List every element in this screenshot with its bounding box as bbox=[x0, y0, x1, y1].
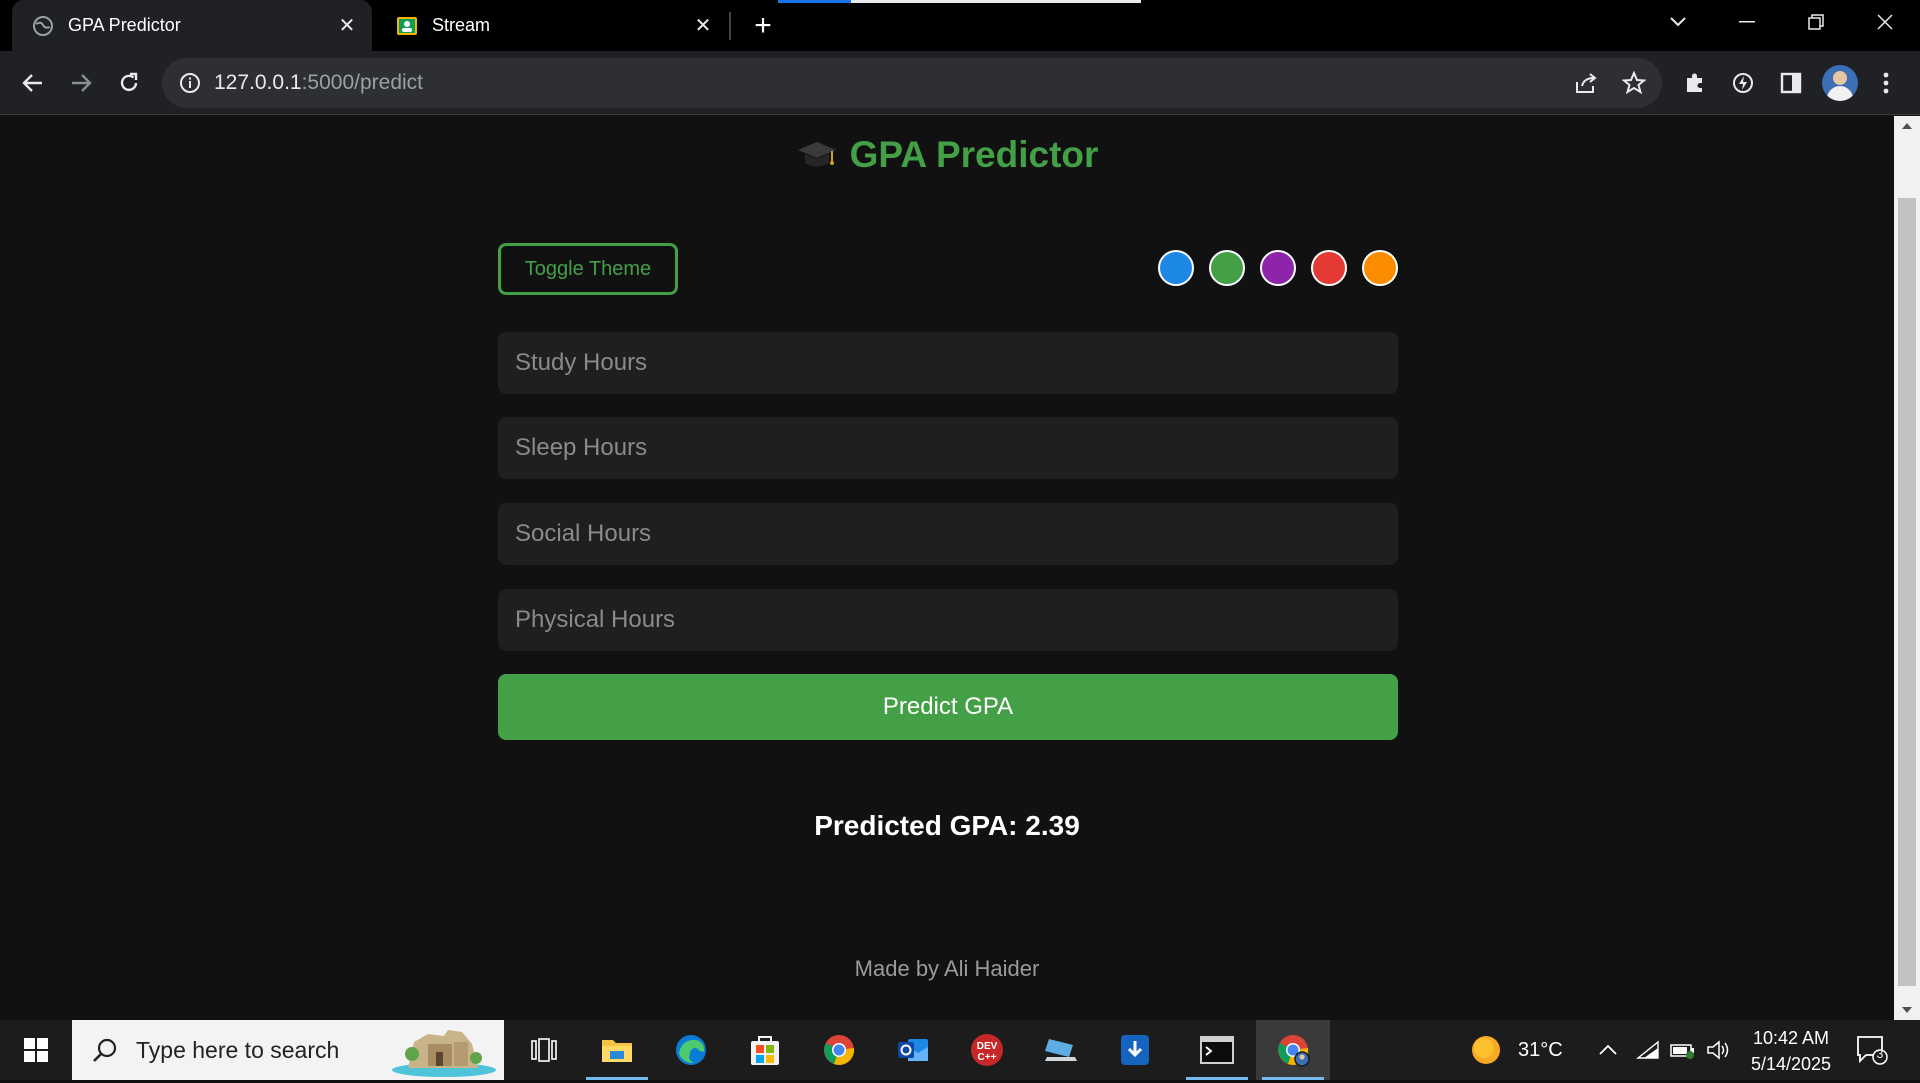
microsoft-store-icon[interactable] bbox=[728, 1020, 802, 1080]
terminal-icon[interactable] bbox=[1180, 1020, 1254, 1080]
tab-gpa-predictor[interactable]: GPA Predictor ✕ bbox=[12, 0, 372, 51]
system-clock[interactable]: 10:42 AM 5/14/2025 bbox=[1736, 1025, 1846, 1077]
file-explorer-icon[interactable] bbox=[580, 1020, 654, 1080]
clock-date: 5/14/2025 bbox=[1750, 1054, 1832, 1074]
classroom-icon bbox=[396, 15, 418, 37]
notification-count: 3 bbox=[1876, 1047, 1884, 1061]
weather-temperature: 31°C bbox=[1518, 1038, 1563, 1061]
notification-center-icon[interactable]: 3 bbox=[1856, 1020, 1888, 1080]
tab-search-chevron-icon[interactable] bbox=[1646, 0, 1710, 44]
profile-avatar[interactable] bbox=[1822, 65, 1858, 101]
scroll-up-icon[interactable] bbox=[1894, 116, 1920, 136]
battery-icon[interactable] bbox=[1670, 1020, 1696, 1080]
reload-icon[interactable] bbox=[109, 63, 149, 103]
graduation-cap-icon bbox=[796, 134, 838, 176]
page-title: GPA Predictor bbox=[849, 134, 1099, 175]
close-window-icon[interactable] bbox=[1853, 0, 1917, 44]
extensions-puzzle-icon[interactable] bbox=[1675, 63, 1715, 103]
side-panel-icon[interactable] bbox=[1771, 63, 1811, 103]
address-bar[interactable]: 127.0.0.1:5000/predict bbox=[162, 58, 1662, 108]
volume-speaker-icon[interactable] bbox=[1706, 1020, 1730, 1080]
dev-cpp-icon[interactable]: DEV C++ bbox=[950, 1020, 1024, 1080]
windows-taskbar: Type here to search DEV C++ 31°C 10:42 A… bbox=[0, 1020, 1920, 1080]
page-footer: Made by Ali Haider bbox=[854, 956, 1040, 981]
chrome-active-window-icon[interactable] bbox=[1256, 1020, 1330, 1080]
globe-icon bbox=[32, 15, 54, 37]
tab-title: Stream bbox=[432, 15, 491, 35]
browser-toolbar: 127.0.0.1:5000/predict bbox=[0, 51, 1920, 115]
theme-swatch-blue[interactable] bbox=[1158, 250, 1194, 286]
back-arrow-icon[interactable] bbox=[13, 63, 53, 103]
svg-text:DEV: DEV bbox=[977, 1041, 998, 1052]
predict-gpa-button[interactable]: Predict GPA bbox=[498, 674, 1398, 740]
scroll-down-icon[interactable] bbox=[1894, 1000, 1920, 1020]
remote-desktop-icon[interactable] bbox=[1024, 1020, 1098, 1080]
theme-swatch-orange[interactable] bbox=[1362, 250, 1398, 286]
windows-start-icon[interactable] bbox=[0, 1020, 72, 1080]
social-hours-input[interactable] bbox=[498, 503, 1398, 565]
clock-time: 10:42 AM bbox=[1752, 1028, 1830, 1048]
app-header: GPA Predictor bbox=[0, 134, 1894, 176]
url-text: 127.0.0.1:5000/predict bbox=[214, 71, 424, 94]
bookmark-star-icon[interactable] bbox=[1614, 63, 1654, 103]
predicted-gpa-result: Predicted GPA: 2.39 bbox=[814, 810, 1080, 841]
loading-indicator bbox=[778, 0, 851, 3]
weather-widget[interactable]: 31°C bbox=[1470, 1020, 1563, 1080]
show-hidden-icons-chevron-icon[interactable] bbox=[1598, 1020, 1618, 1080]
task-view-icon[interactable] bbox=[507, 1020, 581, 1080]
new-tab-icon[interactable]: + bbox=[745, 8, 781, 44]
page-scrollbar[interactable] bbox=[1894, 116, 1920, 1020]
restore-icon[interactable] bbox=[1784, 0, 1848, 44]
sleep-hours-input[interactable] bbox=[498, 417, 1398, 479]
scrollbar-thumb[interactable] bbox=[1898, 198, 1916, 986]
close-tab-icon[interactable]: ✕ bbox=[332, 11, 362, 41]
search-icon bbox=[92, 1037, 118, 1063]
theme-swatch-green[interactable] bbox=[1209, 250, 1245, 286]
wifi-icon[interactable] bbox=[1636, 1020, 1660, 1080]
tab-stream[interactable]: Stream ✕ bbox=[376, 0, 728, 51]
site-info-icon[interactable] bbox=[178, 71, 202, 95]
toggle-theme-button[interactable]: Toggle Theme bbox=[498, 243, 678, 295]
physical-hours-input[interactable] bbox=[498, 589, 1398, 651]
download-manager-icon[interactable] bbox=[1098, 1020, 1172, 1080]
study-hours-input[interactable] bbox=[498, 332, 1398, 394]
loading-track bbox=[851, 0, 1141, 3]
chrome-icon[interactable] bbox=[802, 1020, 876, 1080]
minimize-icon[interactable] bbox=[1715, 0, 1779, 44]
theme-color-picker bbox=[1158, 250, 1398, 286]
outlook-icon[interactable] bbox=[876, 1020, 950, 1080]
tab-title: GPA Predictor bbox=[68, 15, 181, 35]
tab-strip: GPA Predictor ✕ Stream ✕ + bbox=[0, 0, 1920, 51]
search-highlight-illustration-icon bbox=[388, 1024, 500, 1083]
svg-text:C++: C++ bbox=[978, 1052, 997, 1063]
edge-browser-icon[interactable] bbox=[654, 1020, 728, 1080]
search-placeholder: Type here to search bbox=[136, 1036, 340, 1063]
forward-arrow-icon[interactable] bbox=[61, 63, 101, 103]
performance-icon[interactable] bbox=[1723, 63, 1763, 103]
share-icon[interactable] bbox=[1566, 63, 1606, 103]
kebab-menu-icon[interactable] bbox=[1866, 63, 1906, 103]
close-tab-icon[interactable]: ✕ bbox=[688, 11, 718, 41]
theme-swatch-red[interactable] bbox=[1311, 250, 1347, 286]
page-content: GPA Predictor Toggle Theme Predict GPA P… bbox=[0, 116, 1894, 1020]
taskbar-search-box[interactable]: Type here to search bbox=[72, 1020, 504, 1080]
theme-swatch-purple[interactable] bbox=[1260, 250, 1296, 286]
sun-weather-icon bbox=[1470, 1034, 1502, 1066]
tab-separator bbox=[729, 12, 731, 40]
